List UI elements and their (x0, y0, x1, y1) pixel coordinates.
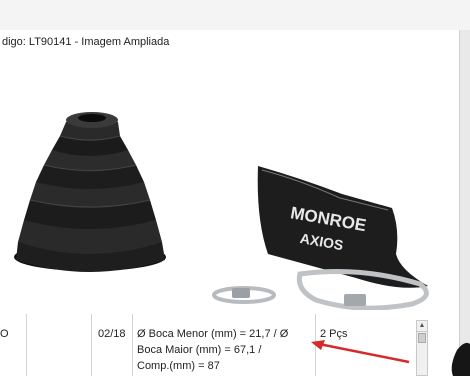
column-divider (91, 314, 92, 376)
column-divider (132, 314, 133, 376)
scroll-up-arrow-icon[interactable]: ▲ (417, 321, 427, 332)
column-divider (26, 314, 27, 376)
table-cell-first: O (0, 328, 9, 340)
popup-title: digo: LT90141 - Imagem Ampliada (2, 36, 170, 48)
background-dark-object (451, 342, 470, 376)
clamp-bands-image (212, 269, 429, 310)
background-window-edge (459, 30, 470, 376)
background-window-strip (0, 0, 470, 31)
table-cell-description-line-3: Comp.(mm) = 87 (137, 360, 220, 372)
scrollbar-thumb[interactable] (418, 333, 426, 343)
product-photo: MONROE AXIOS (14, 112, 429, 310)
image-preview-popup: digo: LT90141 - Imagem Ampliada MONROE A… (0, 30, 459, 315)
table-scrollbar[interactable]: ▲ (416, 320, 428, 376)
table-cell-description-line-1: Ø Boca Menor (mm) = 21,7 / Ø (137, 328, 289, 340)
table-cell-code: 02/18 (98, 328, 126, 340)
cv-boot-image (14, 112, 166, 272)
table-cell-description-line-2: Boca Maior (mm) = 67,1 / (137, 344, 262, 356)
red-annotation-arrow-icon (311, 340, 410, 364)
